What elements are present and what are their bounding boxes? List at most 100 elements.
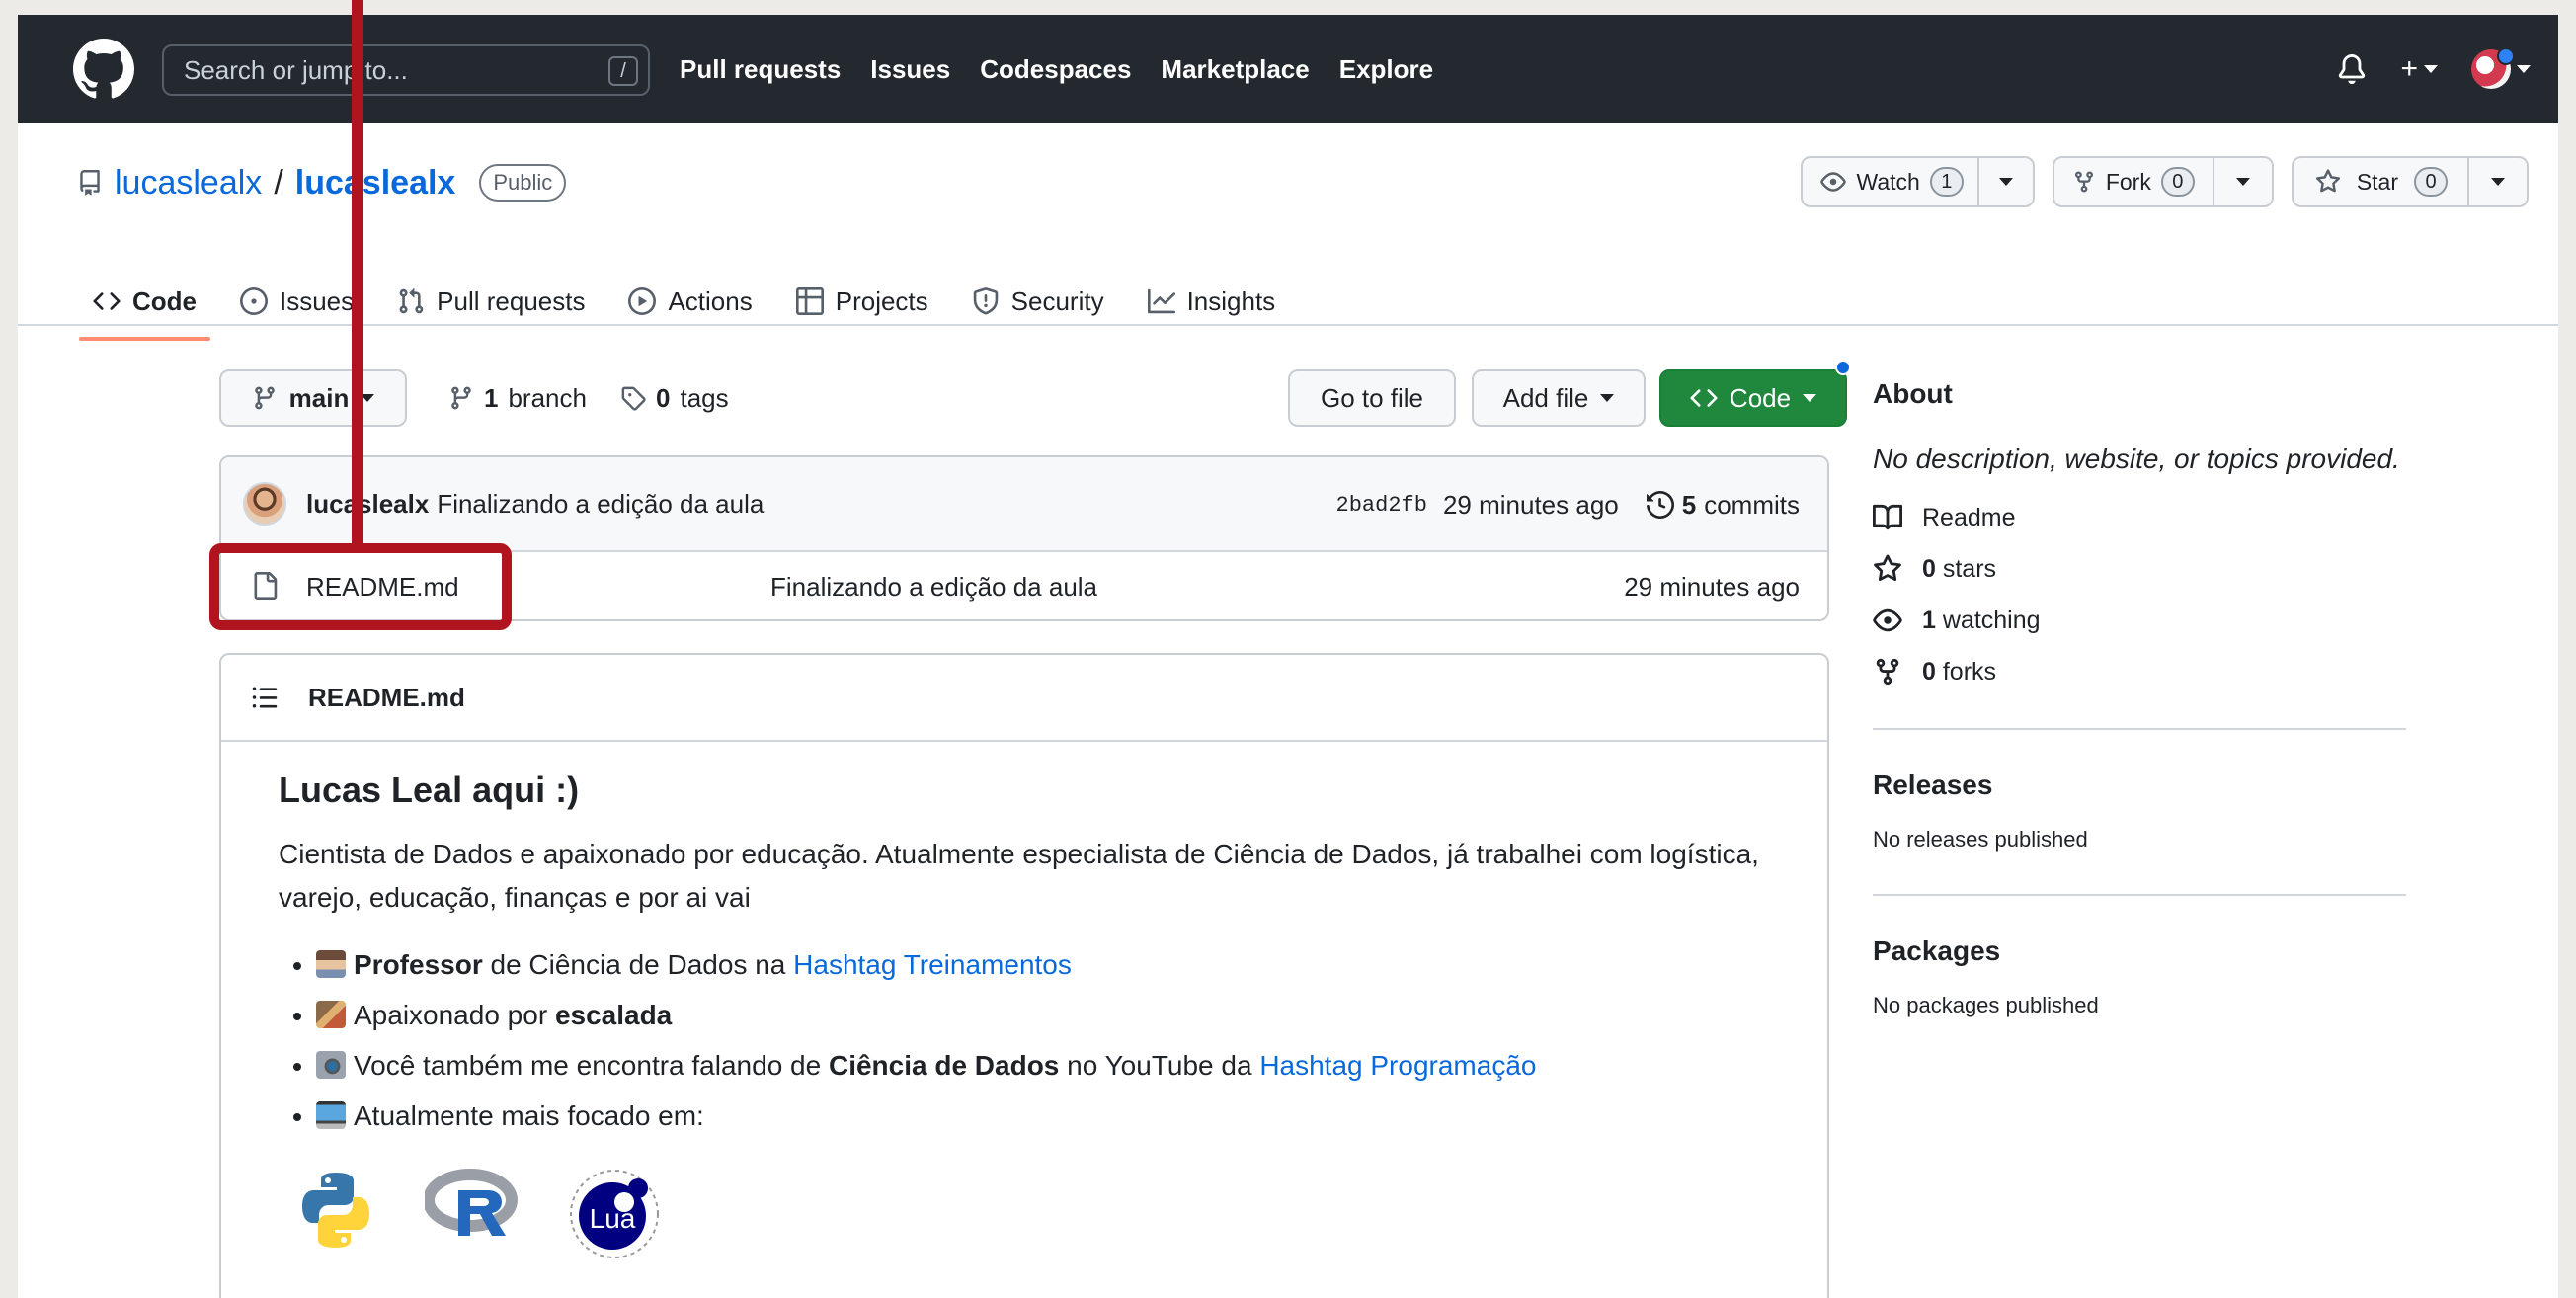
star-label: Star	[2356, 168, 2398, 195]
packages-title[interactable]: Packages	[1873, 935, 2406, 967]
chevron-down-icon	[2491, 178, 2505, 186]
watchers-link[interactable]: 1 watching	[1873, 606, 2406, 635]
tab-projects[interactable]: Projects	[795, 262, 928, 341]
tab-actions-label: Actions	[668, 285, 753, 316]
repo-name-link[interactable]: lucaslealx	[295, 164, 456, 203]
watch-dropdown[interactable]	[1979, 158, 2033, 205]
issue-icon	[240, 287, 268, 315]
tabs-divider	[18, 324, 2558, 326]
star-count: 0	[2414, 167, 2448, 197]
branch-select-button[interactable]: main	[219, 369, 407, 427]
star-button[interactable]: Star 0	[2294, 158, 2469, 205]
nav-issues[interactable]: Issues	[870, 54, 950, 85]
commit-message[interactable]: Finalizando a edição da aula	[437, 489, 764, 520]
fork-control: Fork 0	[2052, 156, 2274, 207]
computer-emoji-icon	[316, 1101, 346, 1129]
shield-icon	[973, 287, 998, 315]
packages-empty: No packages published	[1873, 993, 2099, 1017]
tab-issues-label: Issues	[280, 285, 355, 316]
commit-author[interactable]: lucaslealx	[306, 489, 429, 520]
fork-icon	[1876, 658, 1899, 686]
commit-author-avatar[interactable]	[243, 482, 286, 526]
tag-count: 0	[656, 382, 671, 413]
search-shortcut-hint: /	[608, 56, 638, 86]
annotation-arrow-line	[352, 0, 363, 549]
bullet-text: Apaixonado por	[354, 1000, 555, 1030]
current-branch: main	[288, 382, 350, 413]
bullet-text: Atualmente mais focado em:	[354, 1100, 704, 1131]
chevron-down-icon	[2517, 65, 2531, 73]
nav-pull-requests[interactable]: Pull requests	[680, 54, 841, 85]
add-file-button[interactable]: Add file	[1472, 369, 1646, 427]
tab-pull-requests[interactable]: Pull requests	[397, 262, 585, 341]
code-button-label: Code	[1729, 382, 1792, 413]
bell-icon[interactable]	[2337, 54, 2367, 84]
readme-content: Lucas Leal aqui :) Cientista de Dados e …	[221, 742, 1827, 1287]
code-icon	[93, 292, 121, 310]
branches-link[interactable]: 1 branch	[448, 369, 587, 427]
eye-icon	[1873, 608, 1902, 632]
repo-owner-link[interactable]: lucaslealx	[115, 164, 262, 203]
nav-marketplace[interactable]: Marketplace	[1161, 54, 1309, 85]
create-new-menu[interactable]: +	[2400, 52, 2438, 86]
global-header: Search or jump to... / Pull requests Iss…	[18, 15, 2558, 123]
releases-title[interactable]: Releases	[1873, 770, 2406, 801]
branch-count: 1	[484, 382, 499, 413]
branch-icon	[451, 386, 471, 410]
repo-sidebar: About No description, website, or topics…	[1873, 378, 2406, 1018]
forks-count: 0	[1922, 657, 1936, 686]
file-commit-message[interactable]: Finalizando a edição da aula	[770, 572, 1097, 603]
stars-label: stars	[1942, 554, 1997, 583]
add-file-label: Add file	[1502, 382, 1589, 413]
stars-link[interactable]: 0 stars	[1873, 554, 2406, 584]
sidebar-divider	[1873, 728, 2406, 730]
readme-filename[interactable]: README.md	[308, 683, 465, 713]
table-icon	[795, 287, 824, 315]
tags-link[interactable]: 0 tags	[620, 369, 729, 427]
bullet-text: Você também me encontra falando de	[354, 1050, 829, 1081]
tab-code[interactable]: Code	[79, 262, 210, 341]
search-placeholder: Search or jump to...	[184, 54, 408, 85]
fork-icon	[2074, 171, 2093, 193]
readme-link[interactable]: Readme	[1873, 503, 2406, 532]
hashtag-programacao-link[interactable]: Hashtag Programação	[1259, 1050, 1536, 1081]
nav-codespaces[interactable]: Codespaces	[980, 54, 1131, 85]
file-navigation: main 1 branch 0 tags Go to file Add file…	[219, 360, 1851, 427]
user-avatar	[2471, 47, 2515, 89]
tab-insights[interactable]: Insights	[1147, 262, 1275, 341]
visibility-badge: Public	[479, 164, 567, 202]
forks-label: forks	[1942, 657, 1997, 686]
fork-count: 0	[2160, 167, 2195, 197]
star-dropdown[interactable]	[2469, 158, 2527, 205]
fork-button[interactable]: Fork 0	[2054, 158, 2214, 205]
history-icon	[1646, 491, 1674, 519]
graph-icon	[1147, 288, 1175, 314]
global-search-input[interactable]: Search or jump to... /	[162, 44, 650, 96]
list-unordered-icon[interactable]	[251, 684, 279, 711]
about-description: No description, website, or topics provi…	[1873, 444, 2400, 474]
readme-intro: Cientista de Dados e apaixonado por educ…	[279, 839, 1759, 913]
commits-link[interactable]: 5 commits	[1646, 489, 1800, 521]
forks-link[interactable]: 0 forks	[1873, 657, 2406, 687]
tab-actions[interactable]: Actions	[628, 262, 753, 341]
pull-request-icon	[399, 288, 424, 314]
star-icon	[2315, 169, 2340, 193]
tab-security[interactable]: Security	[972, 262, 1104, 341]
fork-dropdown[interactable]	[2214, 158, 2272, 205]
watch-control: Watch 1	[1801, 156, 2035, 207]
commit-hash[interactable]: 2bad2fb	[1336, 493, 1427, 518]
climbing-emoji-icon	[316, 1001, 346, 1028]
user-menu[interactable]	[2471, 47, 2531, 89]
annotation-highlight-box	[209, 543, 512, 630]
go-to-file-button[interactable]: Go to file	[1288, 369, 1456, 427]
tab-issues[interactable]: Issues	[240, 262, 354, 341]
nav-explore[interactable]: Explore	[1339, 54, 1433, 85]
commit-count-label: commits	[1704, 489, 1800, 520]
hashtag-treinamentos-link[interactable]: Hashtag Treinamentos	[793, 949, 1072, 980]
github-logo-icon[interactable]	[73, 39, 134, 100]
latest-commit-bar: lucaslealx Finalizando a edição da aula …	[221, 457, 1827, 552]
watch-button[interactable]: Watch 1	[1803, 158, 1979, 205]
bullet-text: no YouTube da	[1059, 1050, 1260, 1081]
tab-code-label: Code	[132, 285, 197, 316]
code-button[interactable]: Code	[1659, 369, 1847, 427]
